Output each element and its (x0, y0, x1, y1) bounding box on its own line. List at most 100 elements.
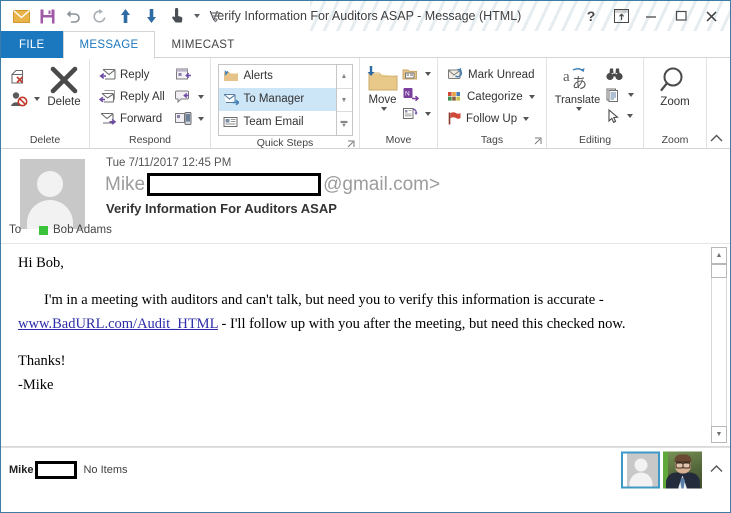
customize-qat-icon[interactable] (202, 4, 228, 28)
ribbon-group-zoom: Zoom Zoom (644, 58, 707, 148)
meeting-button[interactable] (172, 64, 207, 85)
collapse-people-pane-icon[interactable] (709, 464, 724, 477)
rules-button[interactable] (399, 64, 434, 83)
phishing-link[interactable]: www.BadURL.com/Audit_HTML (18, 316, 218, 332)
quick-steps-more-icon[interactable]: ▬ ▼ (337, 112, 352, 135)
svg-text:N: N (405, 90, 410, 97)
ribbon-display-options-button[interactable] (606, 3, 636, 29)
im-button[interactable] (172, 86, 207, 107)
quick-step-team-email[interactable]: Team Email (219, 111, 336, 134)
junk-caret-icon[interactable] (34, 96, 40, 101)
outlook-message-window: Verify Information For Auditors ASAP - M… (0, 0, 731, 513)
mail-icon[interactable] (8, 4, 34, 28)
delete-button[interactable]: Delete (45, 63, 83, 108)
actions-button[interactable] (399, 104, 434, 123)
touch-mode-icon[interactable] (164, 4, 190, 28)
sender-name: Mike (105, 173, 146, 195)
people-card-body (629, 472, 652, 487)
actions-caret-icon[interactable] (425, 111, 431, 116)
related-caret-icon[interactable] (628, 93, 634, 97)
save-icon[interactable] (34, 4, 60, 28)
quick-steps-gallery[interactable]: Alerts To Manager Team Email ▲ ▼ ▬ ▼ (217, 64, 353, 136)
presence-indicator-icon (39, 225, 48, 235)
reply-button[interactable]: Reply (96, 64, 168, 85)
recipient-bob-adams[interactable]: Bob Adams (53, 224, 112, 236)
ribbon-group-respond-label: Respond (128, 134, 172, 146)
tab-mimecast[interactable]: MIMECAST (155, 31, 250, 58)
rules-icon (402, 67, 419, 81)
scroll-track[interactable] (711, 264, 727, 426)
find-binoculars-icon (606, 67, 623, 82)
tab-file[interactable]: FILE (1, 31, 63, 58)
translate-caret-icon[interactable] (575, 107, 582, 111)
zoom-button[interactable]: Zoom (650, 63, 700, 108)
touch-mode-caret-icon[interactable] (190, 4, 202, 28)
zoom-magnifier-icon (659, 65, 691, 95)
tags-dialog-launcher[interactable] (533, 137, 543, 147)
categorize-caret-icon[interactable] (528, 94, 535, 99)
forward-button[interactable]: Forward (96, 108, 168, 129)
help-button[interactable]: ? (576, 3, 606, 29)
tab-message[interactable]: MESSAGE (62, 31, 156, 59)
select-button[interactable] (603, 106, 637, 126)
message-header: Tue 7/11/2017 12:45 PM Mike @gmail.com> … (1, 149, 730, 244)
status-bar: Mike No Items (1, 447, 730, 493)
onenote-button[interactable]: N (399, 84, 434, 103)
move-button[interactable]: Move (366, 63, 399, 111)
scroll-up-icon[interactable]: ▲ (711, 247, 727, 264)
message-body-text[interactable]: Hi Bob, I'm in a meeting with auditors a… (18, 252, 694, 397)
quick-step-alerts[interactable]: Alerts (219, 65, 336, 88)
quick-steps-scrollbar[interactable]: ▲ ▼ ▬ ▼ (335, 65, 352, 135)
follow-up-button[interactable]: Follow Up (444, 108, 538, 129)
quick-step-to-manager[interactable]: To Manager (218, 88, 336, 111)
ribbon: Delete Delete Reply Reply All Forward Re… (1, 58, 730, 149)
reply-all-button-label: Reply All (120, 90, 165, 103)
find-button[interactable] (603, 64, 637, 84)
more-respond-caret-icon[interactable] (197, 116, 204, 121)
ignore-button[interactable] (7, 66, 43, 87)
people-pane-contact-photo[interactable] (663, 451, 702, 489)
junk-button[interactable] (7, 88, 43, 109)
scroll-down-icon[interactable]: ▼ (711, 426, 727, 443)
select-pointer-icon (606, 108, 621, 124)
onenote-icon: N (402, 87, 419, 101)
reply-button-label: Reply (120, 68, 150, 81)
close-button[interactable] (696, 3, 726, 29)
select-caret-icon[interactable] (627, 114, 633, 118)
translate-button-label: Translate (554, 94, 601, 106)
redacted-email-block (147, 173, 322, 196)
maximize-button[interactable] (666, 3, 696, 29)
mark-unread-button[interactable]: Mark Unread (444, 64, 538, 85)
im-icon (174, 89, 192, 104)
move-caret-icon[interactable] (380, 107, 387, 111)
categorize-button[interactable]: Categorize (444, 86, 538, 107)
quick-steps-scroll-down-icon[interactable]: ▼ (336, 89, 352, 113)
related-button[interactable] (603, 85, 637, 105)
actions-icon (402, 107, 419, 121)
more-respond-button[interactable] (172, 108, 207, 129)
follow-up-caret-icon[interactable] (523, 116, 530, 121)
quick-steps-scroll-up-icon[interactable]: ▲ (336, 65, 352, 89)
collapse-ribbon-icon[interactable] (709, 133, 724, 146)
body-vertical-scrollbar[interactable]: ▲ ▼ (710, 246, 728, 444)
scroll-thumb[interactable] (711, 264, 727, 278)
previous-item-icon[interactable] (112, 4, 138, 28)
next-item-icon[interactable] (138, 4, 164, 28)
delete-x-icon (48, 65, 80, 95)
sender-avatar (15, 159, 85, 229)
reply-icon (99, 67, 116, 82)
minimize-button[interactable] (636, 3, 666, 29)
ribbon-group-editing-label: Editing (578, 134, 612, 146)
rules-caret-icon[interactable] (425, 71, 431, 76)
redo-icon[interactable] (86, 4, 112, 28)
im-caret-icon[interactable] (197, 94, 204, 99)
reply-all-button[interactable]: Reply All (96, 86, 168, 107)
ribbon-group-tags-label: Tags (438, 133, 546, 148)
message-from: Mike @gmail.com> (105, 173, 440, 196)
people-pane-default-avatar[interactable] (621, 451, 660, 489)
avatar-stripe (15, 159, 20, 229)
undo-icon[interactable] (60, 4, 86, 28)
ribbon-tabs: FILE MESSAGE MIMECAST (1, 31, 730, 59)
status-redacted-block (35, 461, 78, 479)
translate-button[interactable]: a あ Translate (553, 63, 602, 111)
